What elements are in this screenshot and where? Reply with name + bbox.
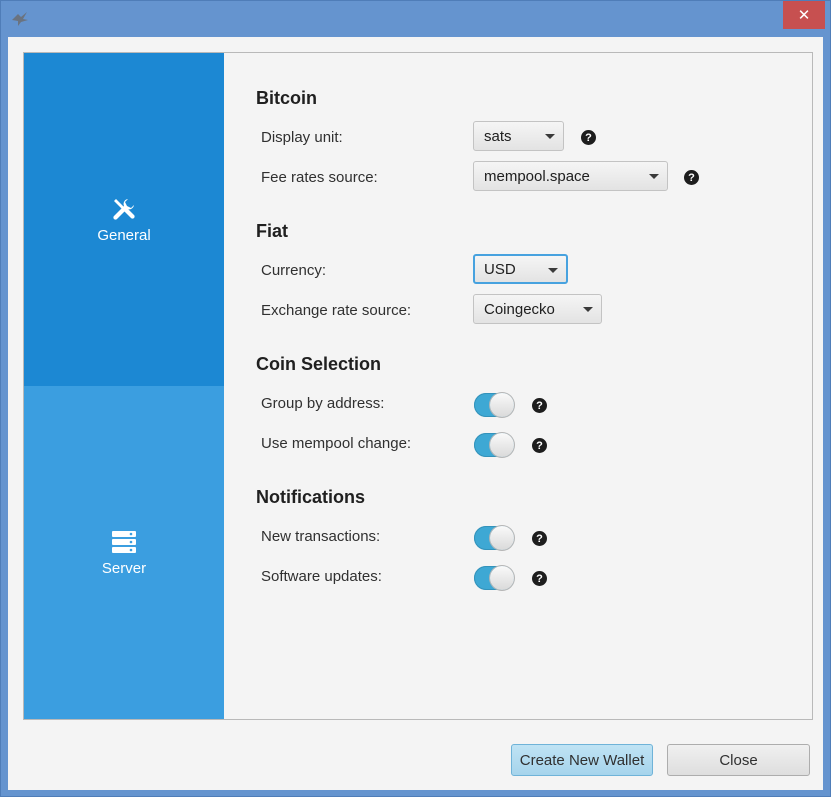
use-mempool-change-toggle[interactable] [474, 433, 514, 457]
settings-content: Bitcoin Display unit: sats ? Fee rates s… [256, 53, 796, 713]
display-unit-select[interactable]: sats [473, 121, 564, 151]
exchange-rate-source-label: Exchange rate source: [261, 302, 412, 319]
preferences-window: ✕ General Server Bitcoin Display unit: s… [0, 0, 831, 797]
toggle-knob [490, 393, 514, 417]
new-transactions-toggle[interactable] [474, 526, 514, 550]
chevron-down-icon [649, 174, 659, 179]
exchange-rate-source-select[interactable]: Coingecko [473, 294, 602, 324]
toggle-knob [490, 526, 514, 550]
software-updates-toggle[interactable] [474, 566, 514, 590]
preferences-panel: General Server Bitcoin Display unit: sat… [23, 52, 813, 720]
window-close-button[interactable]: ✕ [783, 1, 825, 29]
bird-icon [12, 12, 28, 26]
help-icon[interactable]: ? [532, 398, 547, 413]
help-icon[interactable]: ? [532, 571, 547, 586]
group-by-address-label: Group by address: [261, 395, 385, 412]
close-button[interactable]: Close [667, 744, 810, 776]
create-new-wallet-button[interactable]: Create New Wallet [511, 744, 653, 776]
title-bar[interactable]: ✕ [1, 1, 830, 37]
section-title-bitcoin: Bitcoin [256, 88, 317, 108]
fee-rates-source-select[interactable]: mempool.space [473, 161, 668, 191]
toggle-knob [490, 433, 514, 457]
sidebar-item-label: Server [101, 560, 147, 577]
chevron-down-icon [548, 268, 558, 273]
help-icon[interactable]: ? [532, 438, 547, 453]
software-updates-label: Software updates: [261, 568, 382, 585]
chevron-down-icon [545, 134, 555, 139]
section-title-fiat: Fiat [256, 221, 289, 241]
use-mempool-change-label: Use mempool change: [261, 435, 412, 452]
sidebar-item-general[interactable]: General [24, 53, 224, 386]
server-icon [112, 531, 136, 553]
group-by-address-toggle[interactable] [474, 393, 514, 417]
section-title-notifications: Notifications [256, 487, 366, 507]
currency-value: USD [484, 260, 516, 278]
display-unit-value: sats [484, 127, 512, 145]
chevron-down-icon [583, 307, 593, 312]
close-icon: ✕ [797, 7, 811, 24]
section-title-coin-selection: Coin Selection [256, 354, 382, 374]
dialog-body: General Server Bitcoin Display unit: sat… [8, 37, 823, 790]
currency-select[interactable]: USD [473, 254, 568, 284]
display-unit-label: Display unit: [261, 129, 343, 146]
help-icon[interactable]: ? [684, 170, 699, 185]
sidebar-item-label: General [97, 227, 151, 244]
help-icon[interactable]: ? [532, 531, 547, 546]
fee-rates-source-value: mempool.space [484, 167, 590, 185]
new-transactions-label: New transactions: [261, 528, 381, 545]
fee-rates-source-label: Fee rates source: [261, 169, 378, 186]
currency-label: Currency: [261, 262, 327, 279]
exchange-rate-source-value: Coingecko [484, 300, 555, 318]
sidebar: General Server [24, 53, 224, 719]
sidebar-item-server[interactable]: Server [24, 386, 224, 719]
help-icon[interactable]: ? [581, 130, 596, 145]
toggle-knob [490, 566, 514, 590]
tools-icon [113, 199, 135, 220]
